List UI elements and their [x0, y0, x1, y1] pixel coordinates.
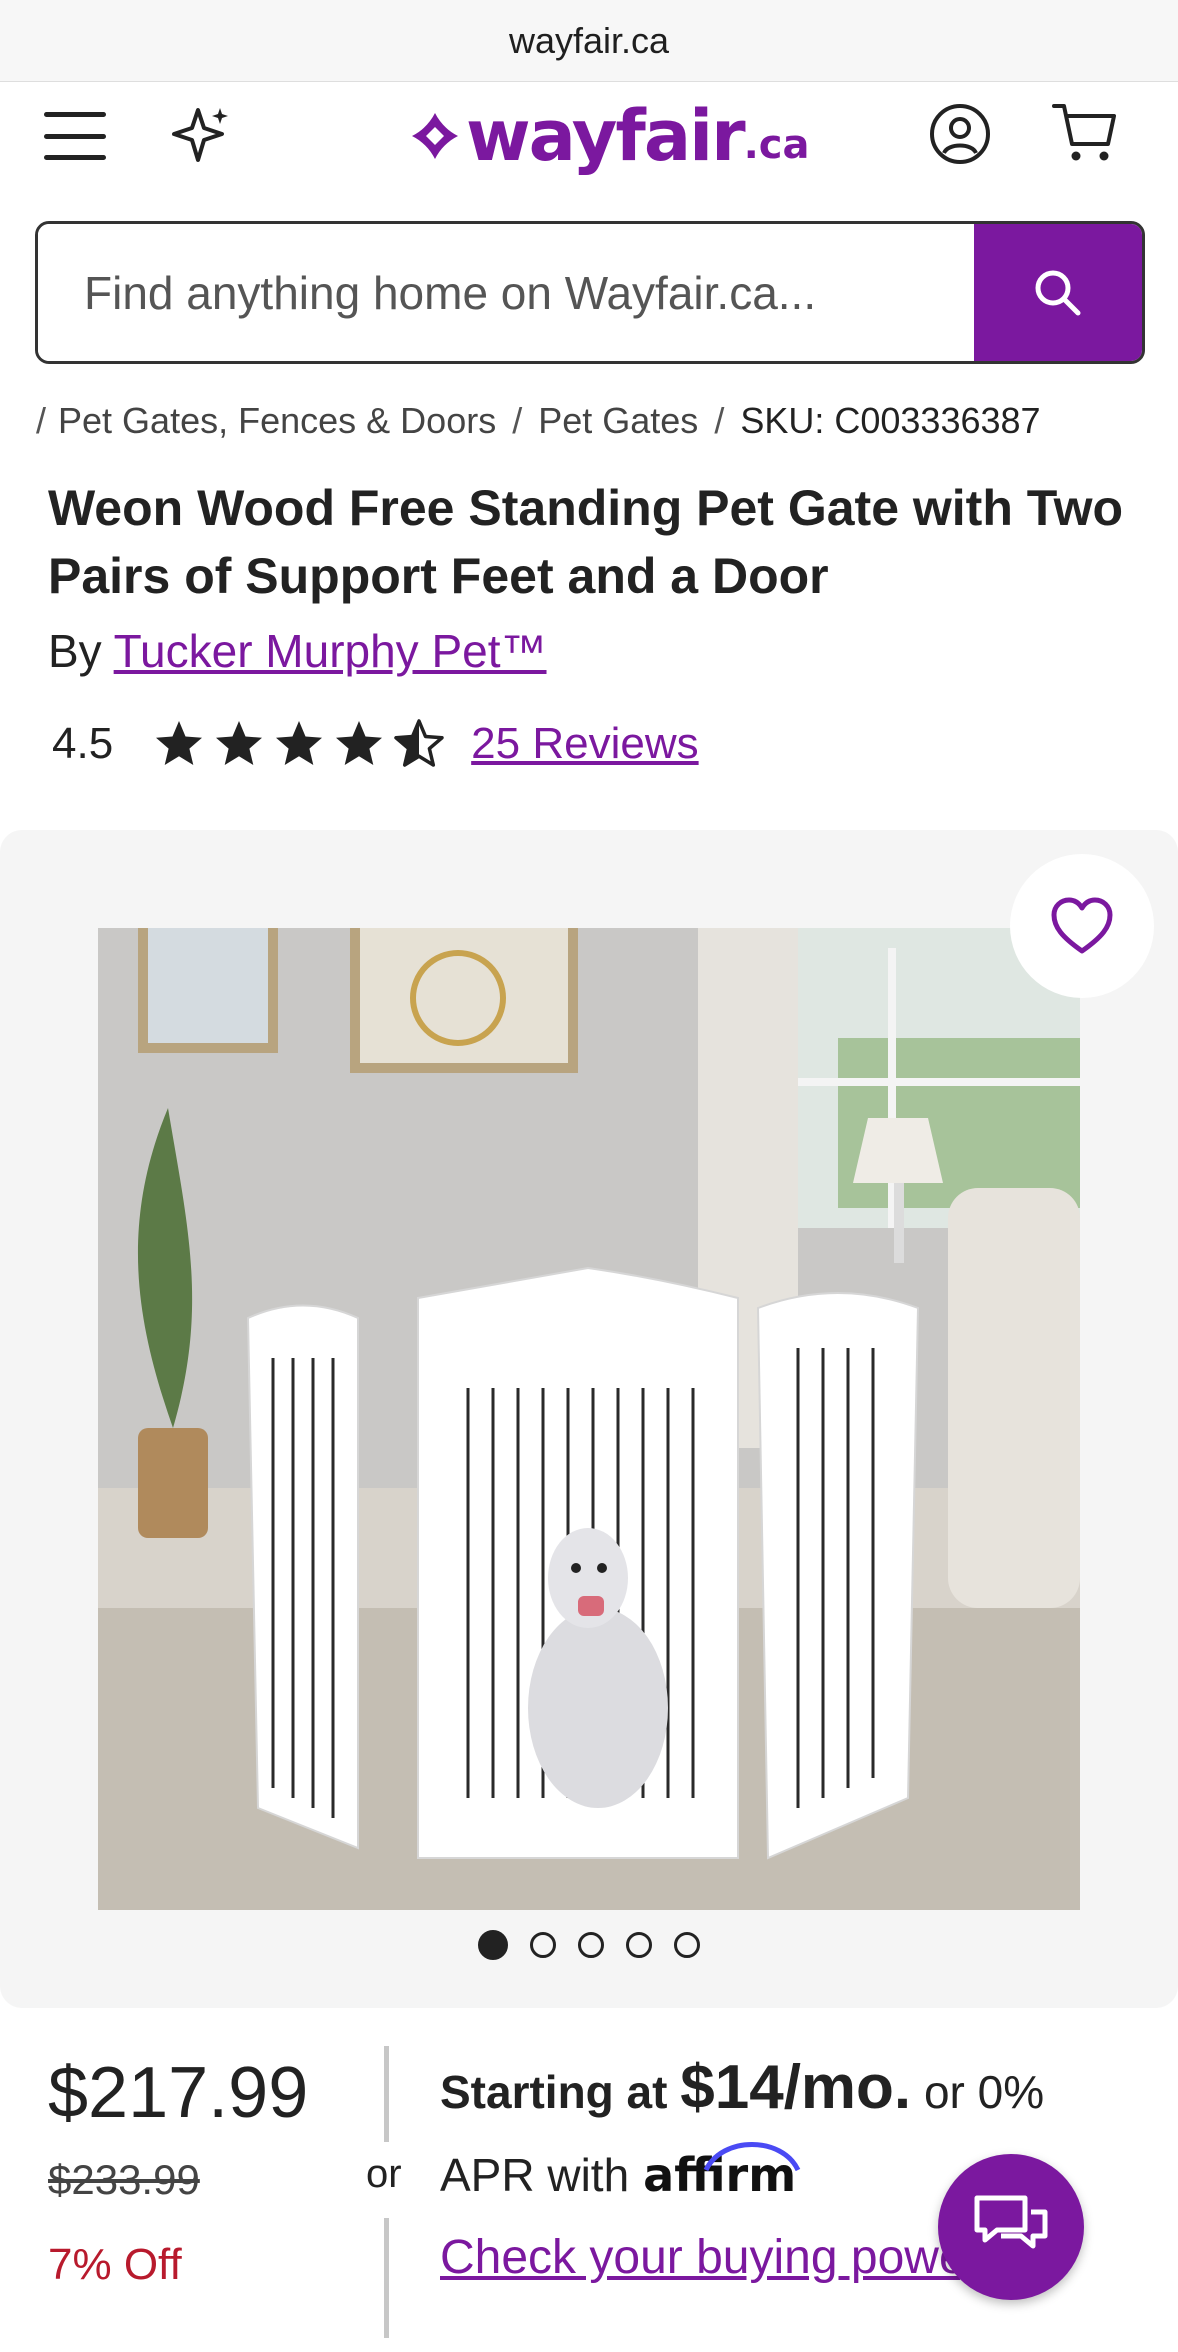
gallery-dot[interactable] — [478, 1930, 508, 1960]
star-full-icon — [336, 721, 383, 765]
product-gallery — [0, 830, 1178, 2008]
site-header: wayfair .ca — [0, 82, 1178, 212]
check-buying-power-link[interactable]: Check your buying power — [440, 2230, 960, 2285]
gallery-dot[interactable] — [674, 1932, 700, 1958]
star-full-icon — [216, 721, 263, 765]
search-icon — [1035, 270, 1081, 315]
chat-button[interactable] — [938, 2154, 1084, 2300]
by-label: By — [48, 625, 102, 677]
breadcrumb-sku: SKU: C003336387 — [740, 400, 1041, 441]
logo-tld: .ca — [743, 122, 810, 168]
breadcrumb-separator: / — [714, 400, 725, 441]
cart-icon[interactable] — [1052, 100, 1118, 164]
breadcrumb: / Pet Gates, Fences & Doors / Pet Gates / SKU… — [36, 400, 1041, 442]
gallery-dot[interactable] — [578, 1932, 604, 1958]
star-rating — [153, 718, 445, 770]
account-icon[interactable] — [928, 102, 992, 166]
divider — [384, 2218, 389, 2338]
was-price: $233.99 — [48, 2156, 200, 2203]
monthly-price: $14/mo. — [680, 2053, 912, 2122]
favorite-button[interactable] — [1010, 854, 1154, 998]
browser-url-bar[interactable]: wayfair.ca — [0, 0, 1178, 82]
gallery-dot[interactable] — [530, 1932, 556, 1958]
apr-line: APR with affirm — [440, 2142, 801, 2202]
chat-icon — [974, 2195, 1048, 2249]
brand-link[interactable]: Tucker Murphy Pet™ — [114, 625, 547, 677]
logo-word: wayfair — [466, 95, 746, 177]
rating-row: 4.5 25 Reviews — [52, 710, 699, 778]
sparkle-icon[interactable] — [170, 104, 232, 166]
affirm-arc-icon — [703, 2142, 801, 2172]
star-half-icon — [394, 719, 444, 767]
affirm-logo: affirm — [643, 2142, 801, 2202]
reviews-link[interactable]: 25 Reviews — [471, 719, 698, 769]
rating-value: 4.5 — [52, 719, 114, 768]
breadcrumb-separator: / — [512, 400, 523, 441]
financing-line: Starting at $14/mo. or 0% — [440, 2052, 1044, 2123]
star-full-icon — [156, 721, 203, 765]
divider — [384, 2046, 389, 2142]
product-photo-illustration — [98, 928, 1080, 1910]
product-byline: By Tucker Murphy Pet™ — [48, 624, 547, 678]
product-title: Weon Wood Free Standing Pet Gate with Tw… — [48, 480, 1124, 604]
breadcrumb-separator: / — [36, 400, 47, 441]
apr-label: APR with — [440, 2149, 630, 2201]
or-label: or — [366, 2152, 402, 2196]
search-bar — [35, 221, 1145, 364]
star-full-icon — [276, 721, 323, 765]
starting-at-label: Starting at — [440, 2066, 668, 2118]
heart-icon — [1051, 897, 1113, 954]
zero-percent-label: or 0% — [923, 2066, 1045, 2118]
current-price: $217.99 — [48, 2053, 309, 2133]
wayfair-logo-mark-icon — [412, 113, 458, 159]
browser-url: wayfair.ca — [508, 19, 670, 61]
search-input[interactable] — [38, 224, 974, 361]
gallery-pagination — [0, 1930, 1178, 1960]
search-button[interactable] — [974, 224, 1142, 361]
gallery-dot[interactable] — [626, 1932, 652, 1958]
wayfair-logo[interactable]: wayfair .ca — [410, 95, 810, 177]
product-image[interactable] — [98, 928, 1080, 1910]
discount-label: 7% Off — [48, 2240, 182, 2289]
breadcrumb-item[interactable]: Pet Gates, Fences & Doors — [58, 400, 496, 441]
hamburger-menu-icon[interactable] — [44, 112, 106, 160]
breadcrumb-item[interactable]: Pet Gates — [538, 400, 698, 441]
